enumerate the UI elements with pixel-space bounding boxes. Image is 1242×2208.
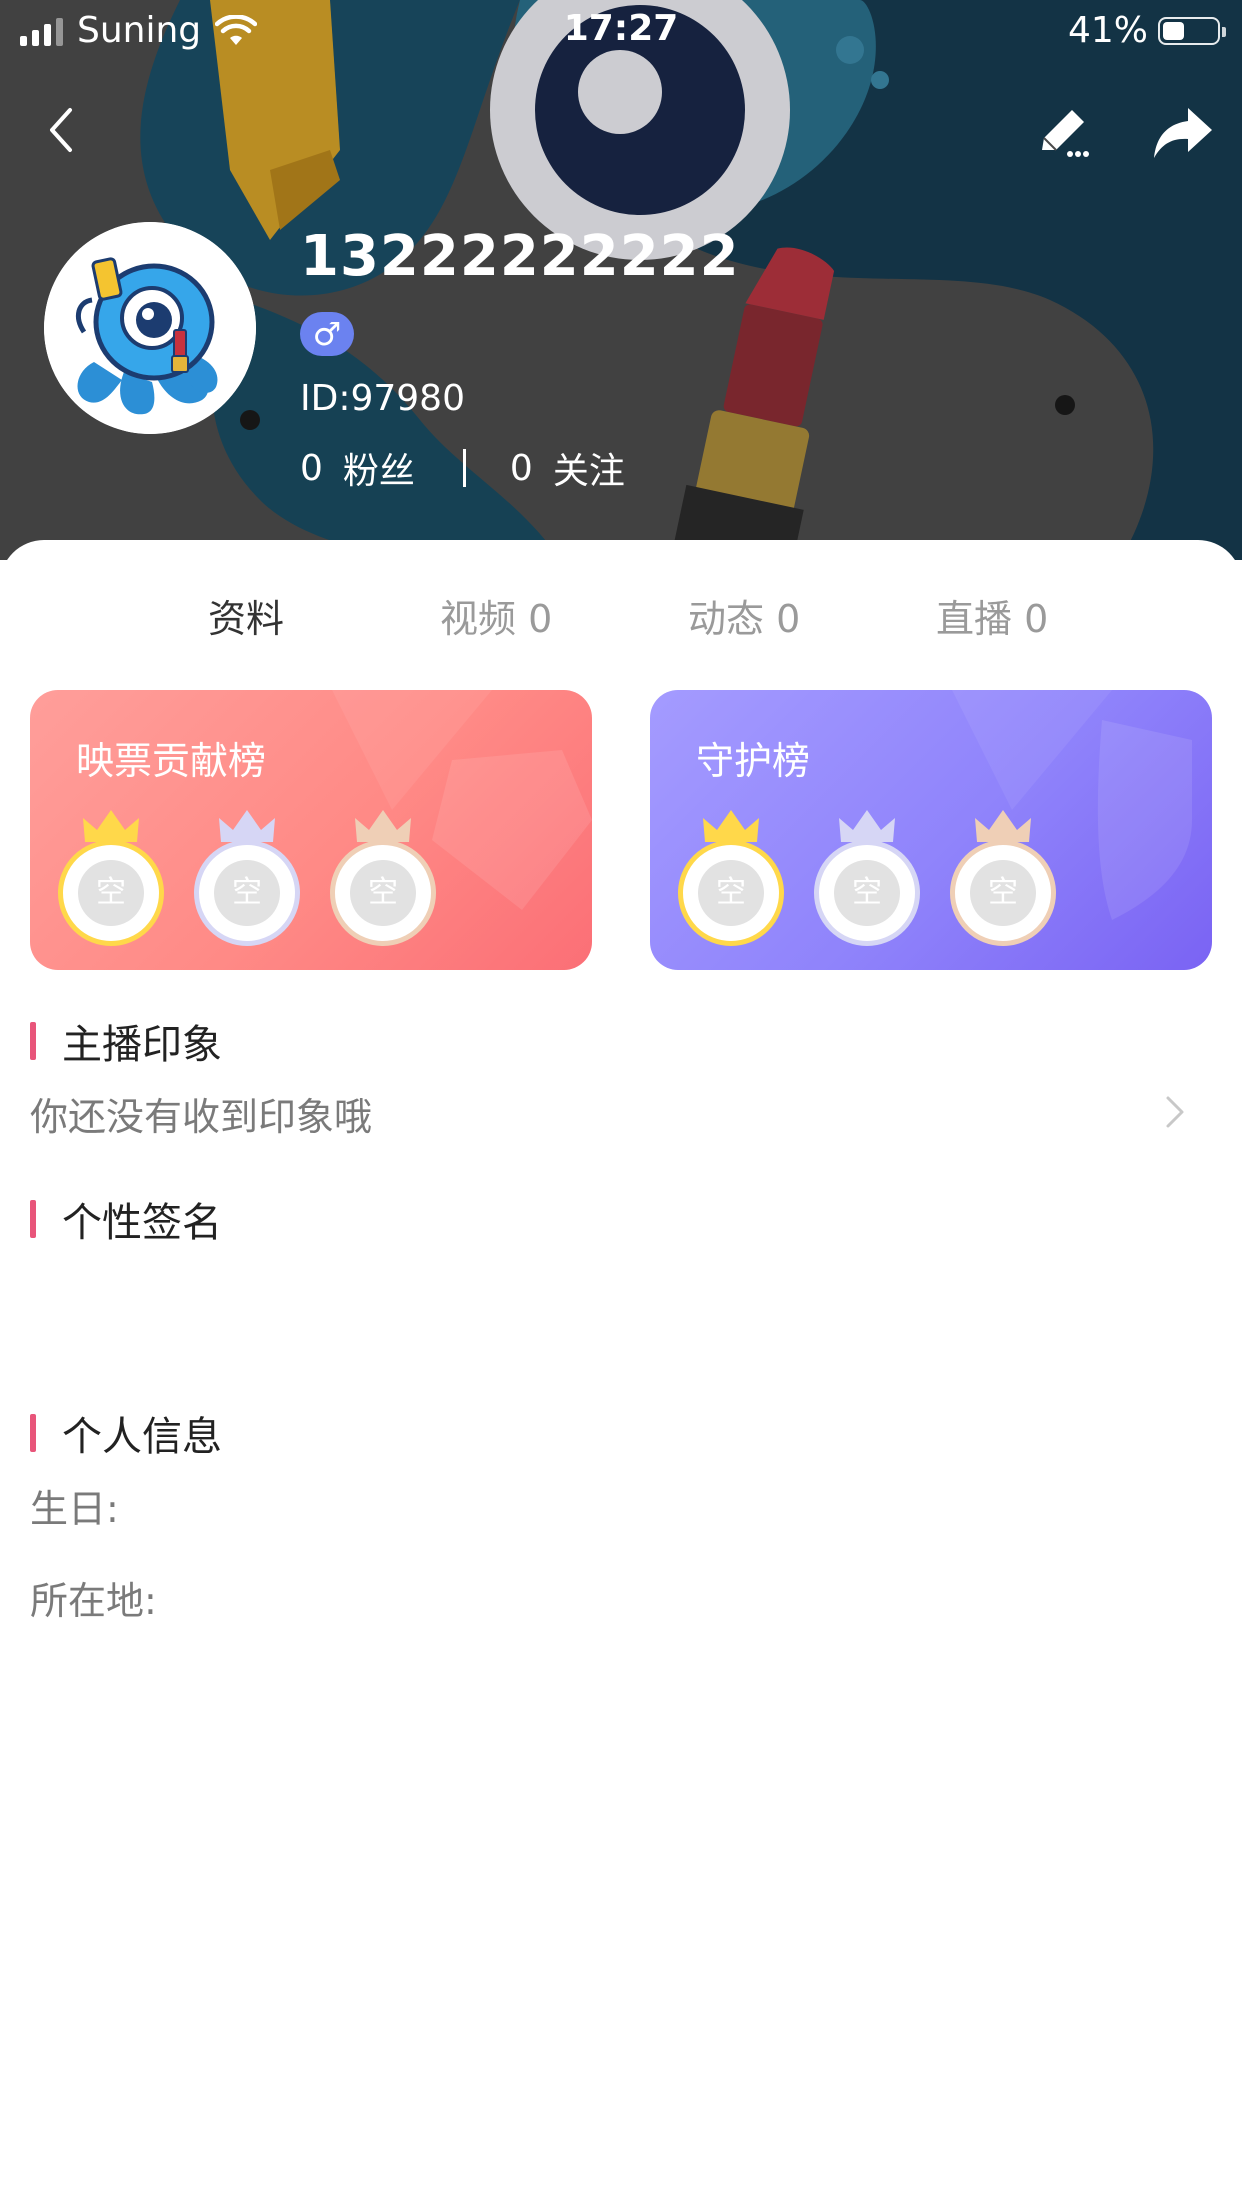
personal-info-section-header: 个人信息 [30,1404,222,1462]
stats-divider [462,449,466,487]
contribution-ranking-card[interactable]: 映票贡献榜 空 空 空 [30,690,592,970]
battery-icon [1158,16,1226,45]
follow-stats: 0 粉丝 0 关注 [300,442,625,494]
section-accent-bar [30,1022,36,1060]
section-accent-bar [30,1414,36,1452]
status-bar: Suning 17:27 41% [0,0,1242,62]
contribution-rank-3: 空 [330,808,440,948]
empty-slot-label: 空 [698,860,764,926]
guardian-rank-3: 空 [950,808,1060,948]
impression-title: 主播印象 [62,1022,222,1068]
tab-live[interactable]: 直播 0 [936,588,1048,643]
guardian-rank-2: 空 [814,808,924,948]
impression-section-header: 主播印象 [30,1012,222,1070]
guardian-ranking-title: 守护榜 [696,739,811,783]
section-accent-bar [30,1200,36,1238]
guardian-rank-1: 空 [678,808,788,948]
impression-empty-text[interactable]: 你还没有收到印象哦 [30,1086,372,1141]
birthday-label: 生日: [30,1487,119,1531]
guardian-ranking-card[interactable]: 守护榜 空 空 空 [650,690,1212,970]
contribution-rank-1: 空 [58,808,168,948]
empty-slot-label: 空 [214,860,280,926]
edit-pen-icon [1042,110,1089,157]
chevron-right-icon[interactable] [1164,1092,1188,1132]
location-label: 所在地: [30,1579,157,1623]
empty-slot-label: 空 [350,860,416,926]
tab-profile-info[interactable]: 资料 [208,588,284,643]
empty-slot-label: 空 [970,860,1036,926]
edit-button[interactable] [1034,104,1094,164]
contribution-rank-2: 空 [194,808,304,948]
fans-label[interactable]: 粉丝 [343,442,415,494]
avatar[interactable] [44,222,256,434]
empty-slot-label: 空 [78,860,144,926]
chevron-left-icon [50,108,72,152]
tab-videos[interactable]: 视频 0 [440,588,552,643]
tab-moments[interactable]: 动态 0 [688,588,800,643]
username: 13222222222 [300,224,740,289]
following-count[interactable]: 0 [510,448,533,489]
following-label[interactable]: 关注 [553,442,625,494]
signature-title: 个性签名 [62,1200,222,1246]
back-button[interactable] [38,100,88,160]
signature-section-header: 个性签名 [30,1190,222,1248]
gender-male-badge: ♂ [300,312,354,356]
profile-tabs: 资料 视频 0 动态 0 直播 0 [0,588,1242,699]
clock: 17:27 [563,8,679,49]
personal-info-title: 个人信息 [62,1414,222,1460]
user-id: ID:97980 [300,378,465,419]
share-arrow-icon [1154,108,1212,158]
battery-percent: 41% [1067,10,1148,51]
contribution-ranking-title: 映票贡献榜 [76,739,267,783]
fans-count[interactable]: 0 [300,448,323,489]
share-button[interactable] [1150,104,1216,164]
empty-slot-label: 空 [834,860,900,926]
octopus-avatar-image [44,222,256,434]
